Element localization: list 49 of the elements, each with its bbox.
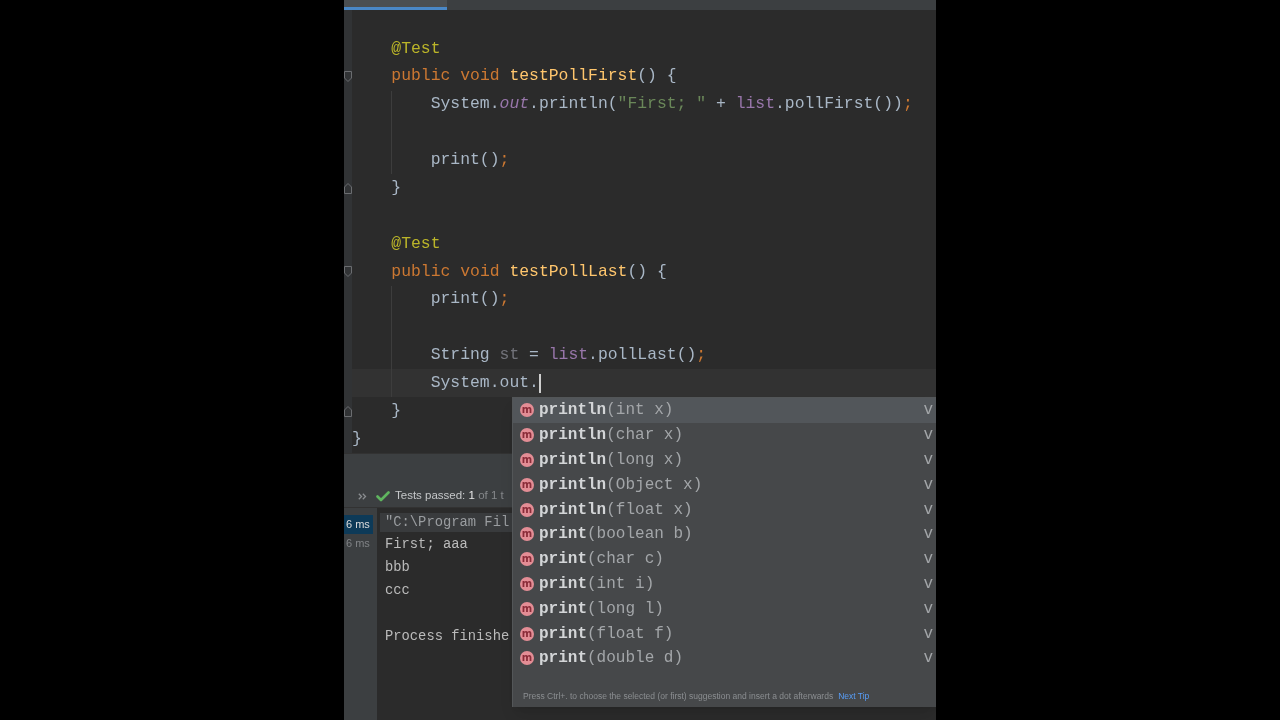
method-badge: m	[520, 601, 534, 616]
code-line: }	[391, 399, 402, 422]
code-line: @Test	[391, 232, 441, 255]
editor-tab[interactable]	[344, 0, 447, 10]
text-cursor-icon	[538, 373, 541, 393]
method-badge: m	[520, 626, 534, 641]
console-line: First; aaa	[385, 536, 468, 555]
code-line: @Test	[391, 37, 441, 60]
method-badge: m	[520, 453, 534, 467]
method-badge: m	[520, 651, 534, 666]
console-line: bbb	[385, 559, 410, 578]
console-line: Process finishe	[385, 627, 510, 646]
code-line: System.out.	[430, 371, 539, 394]
check-icon	[376, 490, 390, 502]
fold-marker-icon[interactable]	[344, 182, 352, 194]
completion-item[interactable]: m println(int x) v	[513, 398, 936, 423]
code-line: String st = list.pollLast();	[430, 344, 707, 367]
code-line: }	[391, 176, 402, 199]
completion-item[interactable]: m print(char c) v	[513, 546, 936, 572]
completion-item[interactable]: m println(char x) v	[513, 422, 936, 448]
completion-item[interactable]: m print(int i) v	[513, 571, 936, 597]
completion-item[interactable]: m print(long l) v	[513, 596, 936, 622]
fold-marker-icon[interactable]	[344, 405, 352, 417]
next-tip-link[interactable]: Next Tip	[838, 690, 870, 703]
test-tree-item[interactable]: 6 ms	[344, 515, 373, 534]
completion-item[interactable]: m print(double d) v	[513, 645, 936, 671]
method-badge: m	[520, 527, 534, 542]
method-badge: m	[520, 403, 534, 418]
code-line: public void testPollLast() {	[391, 260, 667, 283]
fold-marker-icon[interactable]	[344, 71, 352, 83]
completion-item[interactable]: m println(long x) v	[513, 447, 936, 473]
code-line: public void testPollFirst() {	[391, 65, 677, 88]
code-line: print();	[430, 149, 510, 172]
completion-item[interactable]: m print(float f) v	[513, 621, 936, 646]
completion-item[interactable]: m println(Object x) v	[513, 472, 936, 498]
code-line: print();	[430, 288, 510, 311]
completion-item[interactable]: m print(boolean b) v	[513, 522, 936, 547]
method-badge: m	[520, 502, 534, 517]
code-line: System.out.println("First; " + list.pollFirst());	[430, 93, 913, 116]
test-status-text: Tests passed: 1 of 1 t	[395, 488, 504, 504]
fold-marker-icon[interactable]	[344, 266, 352, 278]
method-badge: m	[520, 477, 534, 492]
method-badge: m	[520, 576, 534, 591]
code-line: }	[352, 427, 362, 450]
completion-item[interactable]: m println(float x) v	[513, 497, 936, 522]
method-badge: m	[520, 552, 534, 567]
console-line: ccc	[385, 582, 410, 601]
double-chevron-icon[interactable]	[358, 492, 367, 500]
method-badge: m	[520, 428, 534, 443]
